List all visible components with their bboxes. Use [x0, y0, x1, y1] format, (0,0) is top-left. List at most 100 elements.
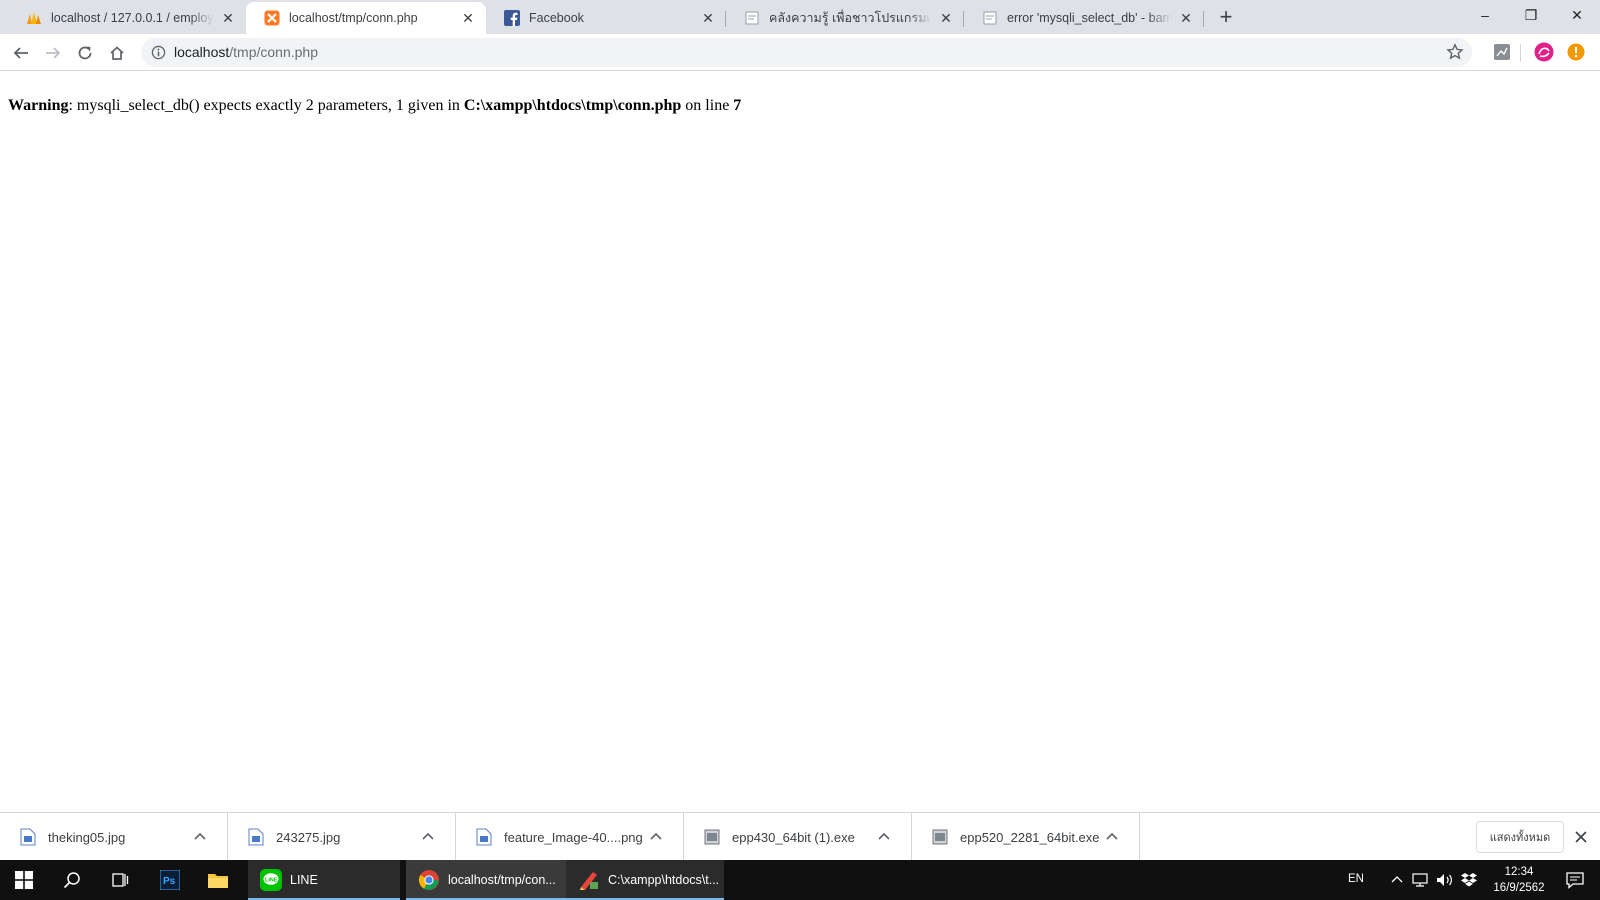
- extension-icon[interactable]: [1492, 42, 1512, 62]
- close-icon[interactable]: [1572, 828, 1590, 846]
- taskbar-file-explorer[interactable]: [194, 860, 242, 900]
- download-shelf: theking05.jpg 243275.jpg feature_Image-4…: [0, 812, 1600, 861]
- toolbar-separator: [1520, 44, 1521, 62]
- system-clock[interactable]: 12:34 16/9/2562: [1476, 864, 1562, 896]
- chevron-up-icon[interactable]: [647, 828, 665, 846]
- minimize-button[interactable]: –: [1462, 0, 1508, 30]
- warning-text: : mysqli_select_db() expects exactly 2 p…: [68, 97, 464, 114]
- svg-text:LINE: LINE: [265, 878, 278, 884]
- url-path: /tmp/conn.php: [229, 44, 318, 60]
- chrome-icon: [418, 870, 439, 890]
- page-icon: [982, 10, 998, 26]
- taskbar-line[interactable]: LINE LINE: [248, 860, 400, 900]
- warning-file-path: C:\xampp\htdocs\tmp\conn.php: [463, 97, 682, 114]
- tab-facebook[interactable]: Facebook ✕: [486, 2, 726, 34]
- facebook-icon: [504, 10, 520, 26]
- taskbar-photoshop[interactable]: Ps: [146, 860, 194, 900]
- image-file-icon: [476, 828, 492, 846]
- download-file-name: epp520_2281_64bit.exe: [960, 829, 1100, 845]
- chevron-up-icon[interactable]: [419, 828, 437, 846]
- info-icon[interactable]: [151, 45, 166, 60]
- notepad-icon: [580, 872, 598, 890]
- svg-text:Ps: Ps: [163, 876, 176, 887]
- line-icon: LINE: [260, 869, 282, 891]
- download-file-name: epp430_64bit (1).exe: [732, 829, 855, 845]
- tab-title: Facebook: [529, 11, 584, 25]
- tab-title: localhost/tmp/conn.php: [289, 11, 418, 25]
- home-button[interactable]: [104, 40, 130, 66]
- download-file-name: theking05.jpg: [48, 829, 126, 845]
- image-file-icon: [248, 828, 264, 846]
- xampp-icon: [264, 10, 280, 26]
- url-host: localhost: [174, 44, 230, 60]
- notification-icon[interactable]: [1566, 871, 1584, 889]
- taskbar-label: LINE: [290, 873, 318, 887]
- download-item[interactable]: epp430_64bit (1).exe: [684, 813, 912, 861]
- bookmark-star-icon[interactable]: [1446, 43, 1464, 61]
- taskbar-editor[interactable]: C:\xampp\htdocs\t...: [566, 860, 724, 900]
- arrow-left-icon: [13, 47, 28, 59]
- address-bar[interactable]: localhost/tmp/conn.php: [141, 38, 1472, 67]
- start-button[interactable]: [0, 860, 48, 900]
- chevron-up-icon[interactable]: [1390, 873, 1404, 887]
- close-icon[interactable]: ✕: [700, 10, 716, 26]
- back-button[interactable]: [8, 40, 34, 66]
- exe-file-icon: [704, 829, 720, 845]
- download-item[interactable]: epp520_2281_64bit.exe: [912, 813, 1140, 861]
- search-button[interactable]: [48, 860, 96, 900]
- download-item[interactable]: 243275.jpg: [228, 813, 456, 861]
- tab-bamoss[interactable]: error 'mysqli_select_db' - bamoss ✕: [964, 2, 1204, 34]
- file-explorer-icon: [208, 874, 228, 888]
- tab-separator: [1203, 11, 1204, 27]
- tab-conn-php[interactable]: localhost/tmp/conn.php ✕: [246, 2, 486, 34]
- close-icon[interactable]: ✕: [1178, 10, 1194, 26]
- close-icon[interactable]: ✕: [460, 10, 476, 26]
- reload-button[interactable]: [72, 40, 98, 66]
- language-indicator[interactable]: EN: [1348, 873, 1364, 885]
- download-file-name: feature_Image-40....png: [504, 829, 643, 845]
- url-text[interactable]: localhost/tmp/conn.php: [174, 44, 318, 60]
- search-icon: [63, 872, 80, 889]
- task-view-icon: [112, 873, 129, 887]
- warning-text-line: on line: [681, 97, 734, 114]
- download-item[interactable]: theking05.jpg: [0, 813, 228, 861]
- windows-logo-icon: [15, 871, 33, 889]
- download-file-name: 243275.jpg: [276, 829, 341, 845]
- phpmyadmin-icon: [26, 10, 42, 26]
- task-view-button[interactable]: [96, 860, 144, 900]
- tab-phpmyadmin[interactable]: localhost / 127.0.0.1 / employee / ✕: [8, 2, 246, 34]
- browser-toolbar: localhost/tmp/conn.php: [0, 34, 1600, 71]
- windows-taskbar: Ps LINE LINE localhost/tmp/con... C:\xam…: [0, 860, 1600, 900]
- tab-title: error 'mysqli_select_db' - bamoss: [1007, 11, 1172, 25]
- chevron-up-icon[interactable]: [1103, 828, 1121, 846]
- update-alert-icon[interactable]: [1566, 42, 1586, 62]
- chevron-up-icon[interactable]: [191, 828, 209, 846]
- new-tab-button[interactable]: +: [1214, 6, 1238, 30]
- clock-date: 16/9/2562: [1493, 882, 1545, 894]
- close-icon[interactable]: ✕: [938, 10, 954, 26]
- taskbar-chrome[interactable]: localhost/tmp/con...: [406, 860, 566, 900]
- reload-icon: [78, 46, 92, 60]
- network-icon[interactable]: [1412, 872, 1430, 888]
- show-all-downloads-button[interactable]: แสดงทั้งหมด: [1476, 821, 1564, 853]
- home-icon: [110, 46, 124, 60]
- close-icon[interactable]: ✕: [220, 10, 236, 26]
- page-content: Warning: mysqli_select_db() expects exac…: [0, 72, 1600, 812]
- php-warning-message: Warning: mysqli_select_db() expects exac…: [8, 97, 741, 115]
- download-item[interactable]: feature_Image-40....png: [456, 813, 684, 861]
- forward-button[interactable]: [40, 40, 66, 66]
- taskbar-label: localhost/tmp/con...: [448, 873, 556, 887]
- tab-title: localhost / 127.0.0.1 / employee /: [51, 11, 214, 25]
- arrow-right-icon: [46, 47, 61, 59]
- exe-file-icon: [932, 829, 948, 845]
- volume-icon[interactable]: [1436, 872, 1454, 888]
- warning-line-number: 7: [733, 97, 742, 114]
- restore-button[interactable]: ❐: [1508, 0, 1554, 30]
- page-icon: [744, 10, 760, 26]
- tab-thai-programmer[interactable]: คลังความรู้ เพื่อชาวโปรแกรมเมอร์มือใหม่ …: [726, 2, 964, 34]
- chevron-up-icon[interactable]: [875, 828, 893, 846]
- tab-title: คลังความรู้ เพื่อชาวโปรแกรมเมอร์มือใหม่: [769, 11, 932, 25]
- profile-avatar-icon[interactable]: [1534, 42, 1554, 62]
- tab-strip: localhost / 127.0.0.1 / employee / ✕ loc…: [0, 0, 1600, 34]
- window-close-button[interactable]: ✕: [1554, 0, 1600, 30]
